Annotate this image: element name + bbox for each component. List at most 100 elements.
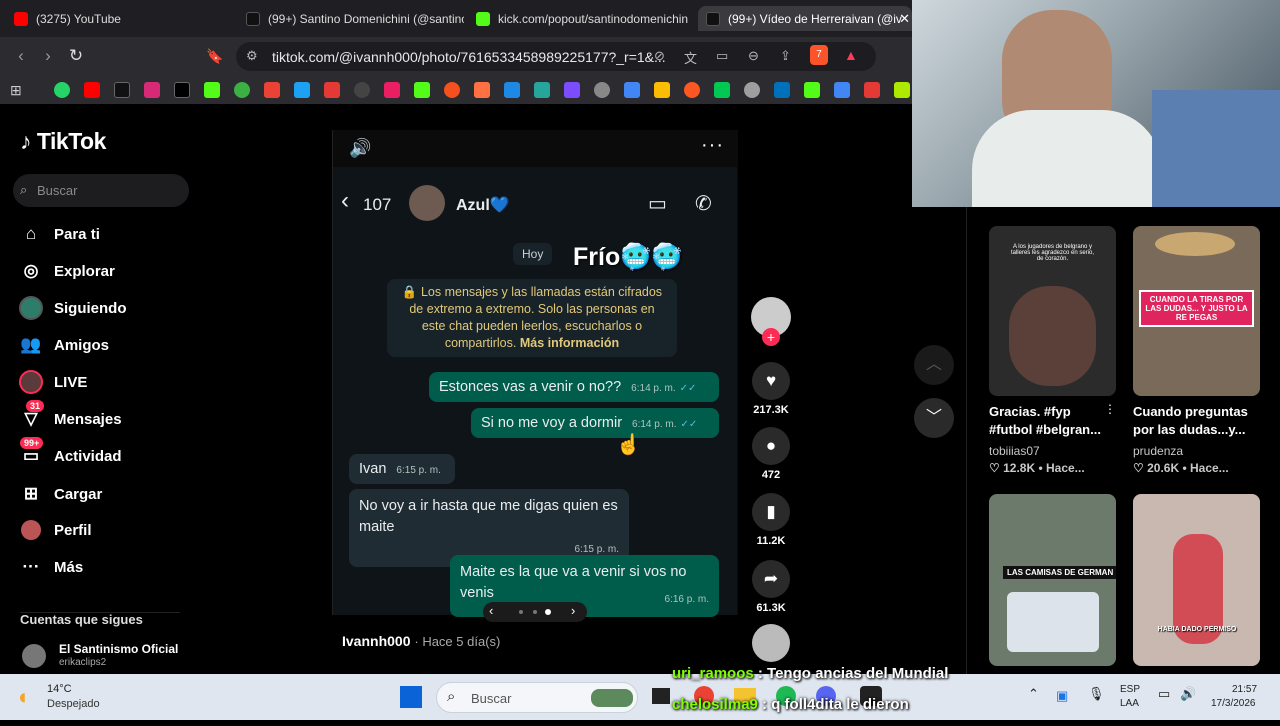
- cast-icon[interactable]: ▭: [716, 48, 728, 64]
- recommended-thumbnail[interactable]: A los jugadores de belgrano y talleres l…: [989, 226, 1116, 396]
- microphone-icon[interactable]: 🎙: [1088, 686, 1105, 702]
- rewards-icon[interactable]: ▲: [844, 47, 858, 63]
- pager-dot[interactable]: [519, 610, 523, 614]
- openai-icon[interactable]: [594, 82, 610, 98]
- taskbar-search[interactable]: ⌕ Buscar: [436, 682, 638, 713]
- more-options-icon[interactable]: ···: [701, 134, 724, 157]
- nav-cargar[interactable]: ⊞ Cargar: [18, 481, 102, 507]
- youtube-icon[interactable]: [84, 82, 100, 98]
- nav-siguiendo[interactable]: Siguiendo: [18, 295, 127, 321]
- brave-shield-icon[interactable]: 7: [810, 45, 828, 65]
- drive-icon[interactable]: [654, 82, 670, 98]
- reload-icon[interactable]: ↻: [65, 45, 87, 67]
- app-icon[interactable]: [744, 82, 760, 98]
- site-info-icon[interactable]: ⚙: [246, 48, 258, 64]
- target-icon[interactable]: [444, 82, 460, 98]
- save-button[interactable]: ▮ 11.2K: [751, 493, 791, 547]
- x-icon[interactable]: [174, 82, 190, 98]
- recommended-thumbnail[interactable]: LAS CAMISAS DE GERMAN: [989, 494, 1116, 666]
- stats-icon[interactable]: [324, 82, 340, 98]
- recommended-title[interactable]: Cuando preguntas por las dudas...y...: [1133, 403, 1258, 439]
- nav-actividad[interactable]: ▭ 99+ Actividad: [18, 437, 122, 469]
- following-avatar-icon: [18, 295, 44, 321]
- like-button[interactable]: ♥ 217.3K: [751, 362, 791, 416]
- close-tab-icon[interactable]: ✕: [899, 11, 910, 27]
- translate-icon[interactable]: 文: [684, 48, 697, 67]
- language-indicator[interactable]: ESP: [1120, 684, 1140, 695]
- nav-amigos[interactable]: 👥 Amigos: [18, 332, 109, 358]
- paypal-icon[interactable]: [774, 82, 790, 98]
- tab-tiktok-santino[interactable]: (99+) Santino Domenichini (@santino: [238, 6, 464, 31]
- volume-icon[interactable]: 🔊: [349, 138, 371, 159]
- docs-icon[interactable]: [834, 82, 850, 98]
- weather-icon[interactable]: ◐: [18, 684, 31, 710]
- tiktok-icon[interactable]: [114, 82, 130, 98]
- share-icon[interactable]: ⇪: [780, 48, 791, 64]
- recommended-author[interactable]: prudenza: [1133, 444, 1183, 458]
- app-icon[interactable]: [504, 82, 520, 98]
- clock-date[interactable]: 17/3/2026: [1211, 698, 1256, 709]
- app-icon[interactable]: [714, 82, 730, 98]
- next-photo-icon[interactable]: ›: [571, 603, 575, 618]
- sports-icon[interactable]: [234, 82, 250, 98]
- recommended-author[interactable]: tobiiias07: [989, 444, 1040, 458]
- nav-perfil[interactable]: Perfil: [18, 517, 92, 543]
- chevron-up-icon[interactable]: ⌃: [1028, 686, 1039, 702]
- volume-icon[interactable]: 🔊: [1180, 686, 1196, 702]
- prev-post-button[interactable]: ︿: [914, 345, 954, 385]
- nav-mas[interactable]: ··· Más: [18, 554, 84, 580]
- clock-time[interactable]: 21:57: [1232, 684, 1257, 695]
- instagram-icon[interactable]: [144, 82, 160, 98]
- address-bar[interactable]: ⚙ tiktok.com/@ivannh000/photo/7616533458…: [236, 42, 876, 71]
- nav-mensajes[interactable]: ▽ 31 Mensajes: [18, 400, 122, 432]
- zoom-icon[interactable]: ⊖: [748, 48, 759, 64]
- app-icon[interactable]: [534, 82, 550, 98]
- more-options-icon[interactable]: ⋮: [1104, 402, 1116, 416]
- music-avatar[interactable]: [751, 624, 791, 662]
- app-icon[interactable]: [474, 82, 490, 98]
- network-icon[interactable]: ▭: [1158, 686, 1170, 702]
- recommended-thumbnail[interactable]: CUANDO LA TIRAS POR LAS DUDAS... Y JUSTO…: [1133, 226, 1260, 396]
- twitch-icon[interactable]: [564, 82, 580, 98]
- author-avatar[interactable]: +: [751, 297, 791, 346]
- nav-live[interactable]: LIVE: [18, 369, 87, 395]
- pager-dot[interactable]: [533, 610, 537, 614]
- task-view-icon[interactable]: [652, 688, 670, 704]
- windows-start-icon[interactable]: [400, 686, 422, 708]
- forward-icon[interactable]: ›: [37, 45, 59, 67]
- kick-icon[interactable]: [414, 82, 430, 98]
- recommended-title[interactable]: Gracias. #fyp #futbol #belgran...: [989, 403, 1114, 439]
- gmail-icon[interactable]: [264, 82, 280, 98]
- tab-kick[interactable]: kick.com/popout/santinodomenichin: [468, 6, 692, 31]
- download-icon[interactable]: [894, 82, 910, 98]
- docs-icon[interactable]: [624, 82, 640, 98]
- prev-photo-icon[interactable]: ‹: [489, 603, 493, 618]
- whatsapp-icon[interactable]: [54, 82, 70, 98]
- follow-plus-icon[interactable]: +: [762, 328, 780, 346]
- camera-off-icon[interactable]: ⊘: [654, 48, 665, 64]
- recommended-thumbnail[interactable]: HABIA DADO PERMISO: [1133, 494, 1260, 666]
- github-icon[interactable]: [354, 82, 370, 98]
- pager-dot-active[interactable]: [545, 609, 551, 615]
- post-author[interactable]: Ivannh000: [342, 633, 410, 649]
- next-post-button[interactable]: ﹀: [914, 398, 954, 438]
- comment-button[interactable]: ● 472: [751, 427, 791, 481]
- bookmark-icon[interactable]: 🔖: [204, 45, 226, 67]
- tab-tiktok-herreraivan[interactable]: (99+) Vídeo de Herreraivan (@iv ✕: [698, 6, 912, 31]
- meet-icon[interactable]: ▣: [1056, 688, 1068, 704]
- app-icon[interactable]: [684, 82, 700, 98]
- apps-grid-icon[interactable]: ⊞: [10, 82, 26, 98]
- gmail-icon[interactable]: [384, 82, 400, 98]
- back-icon[interactable]: ‹: [10, 45, 32, 67]
- kick-icon[interactable]: [804, 82, 820, 98]
- search-input[interactable]: ⌕ Buscar: [13, 174, 189, 207]
- download-icon[interactable]: [864, 82, 880, 98]
- nav-para-ti[interactable]: ⌂ Para ti: [18, 221, 100, 247]
- bookmark-icon[interactable]: [294, 82, 310, 98]
- share-button[interactable]: ➦ 61.3K: [751, 560, 791, 614]
- kick-icon[interactable]: [204, 82, 220, 98]
- tab-youtube[interactable]: (3275) YouTube: [6, 6, 234, 31]
- following-account[interactable]: El Santinismo Oficial erikaclips2: [20, 642, 200, 672]
- tiktok-logo[interactable]: ♪ TikTok: [20, 128, 106, 155]
- nav-explorar[interactable]: ◎ Explorar: [18, 258, 115, 284]
